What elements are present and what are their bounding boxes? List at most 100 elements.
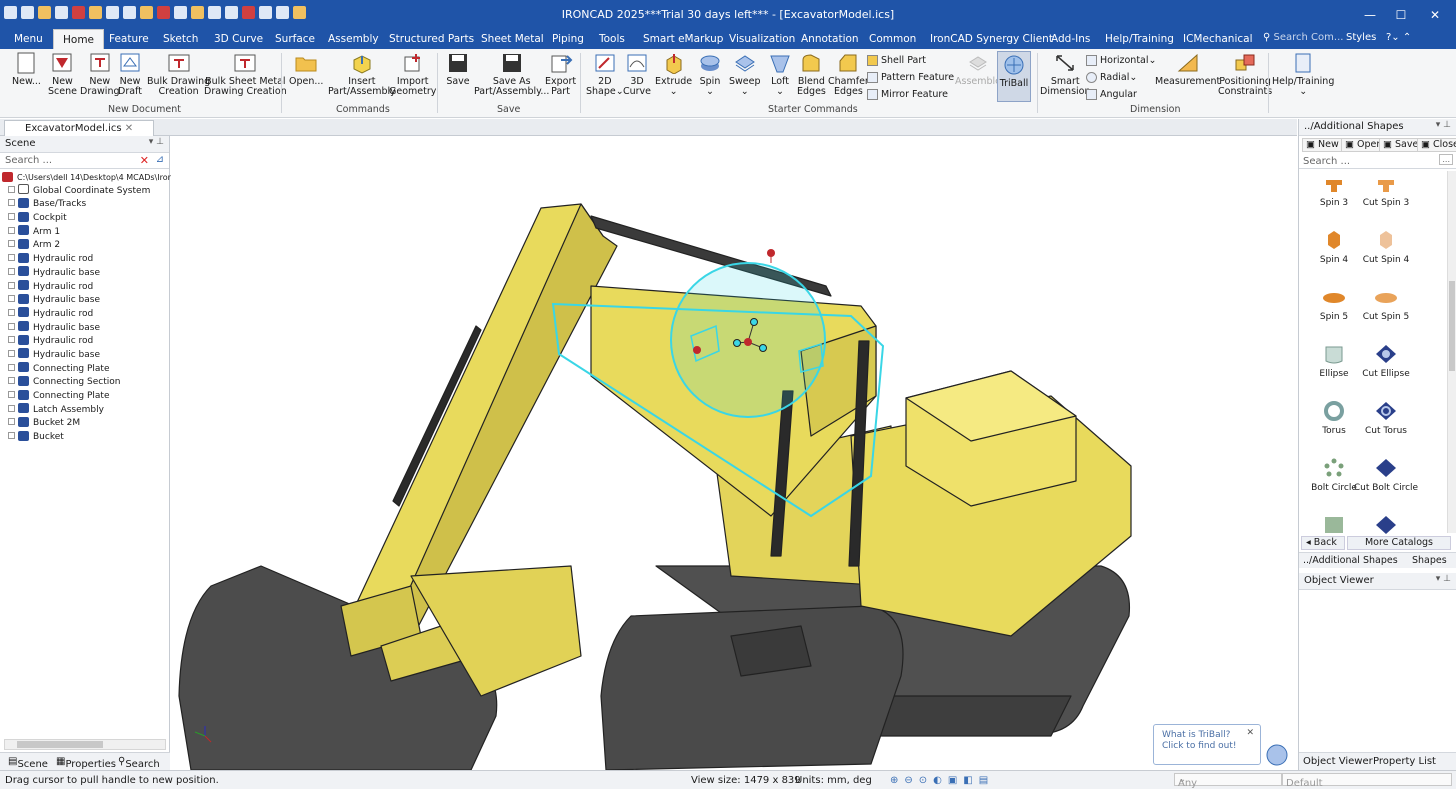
positioning-constraints-button[interactable]: Positioning Constraints: [1218, 52, 1272, 97]
catalog-scrollbar[interactable]: [1447, 171, 1456, 533]
new-drawing-button[interactable]: New Drawing: [80, 52, 120, 97]
triball-button[interactable]: TriBall: [997, 51, 1031, 102]
open-button[interactable]: Open...: [289, 52, 323, 87]
tab-help-training[interactable]: Help/Training: [1105, 29, 1174, 49]
help-icon[interactable]: ?⌄ ⌃: [1386, 32, 1411, 43]
import-geometry-button[interactable]: Import Geometry: [389, 52, 436, 97]
style-select[interactable]: Default: [1282, 773, 1452, 789]
tab-sketch[interactable]: Sketch: [163, 29, 198, 49]
tab-icmechanical[interactable]: ICMechanical: [1183, 29, 1253, 49]
expand-icon[interactable]: [8, 199, 15, 207]
insert-part-button[interactable]: Insert Part/Assembly: [328, 52, 396, 97]
tab-scene[interactable]: ▤ Scene: [8, 756, 48, 770]
expand-icon[interactable]: [8, 213, 15, 221]
save-as-button[interactable]: Save As Part/Assembly...: [474, 52, 549, 97]
tab-3d-curve[interactable]: 3D Curve: [214, 29, 263, 49]
3d-viewport[interactable]: [171, 136, 1297, 770]
tree-item[interactable]: Latch Assembly: [0, 403, 169, 418]
new-button[interactable]: New...: [12, 52, 41, 87]
bulk-drawing-button[interactable]: Bulk Drawing Creation: [147, 52, 210, 97]
expand-icon[interactable]: [8, 336, 15, 344]
tab-object-viewer[interactable]: Object Viewer: [1303, 756, 1373, 767]
tree-item[interactable]: Hydraulic base: [0, 293, 169, 308]
tree-item[interactable]: Hydraulic rod: [0, 252, 169, 267]
triball-axis-handle[interactable]: [750, 318, 758, 326]
measurement-button[interactable]: Measurement: [1155, 52, 1220, 87]
new-scene-button[interactable]: New Scene: [48, 52, 77, 97]
tree-item[interactable]: Arm 2: [0, 238, 169, 253]
assemble-button[interactable]: Assemble: [955, 52, 1001, 87]
blend-edges-button[interactable]: Blend Edges: [797, 52, 826, 97]
tree-item[interactable]: Global Coordinate System: [0, 184, 169, 199]
tab-piping[interactable]: Piping: [552, 29, 584, 49]
tab-tools[interactable]: Tools: [599, 29, 625, 49]
expand-icon[interactable]: [8, 363, 15, 371]
expand-icon[interactable]: [8, 281, 15, 289]
front-track[interactable]: [600, 605, 904, 770]
triball-help-icon[interactable]: [1266, 744, 1288, 766]
catalog-item-cut-spin-5[interactable]: Cut Spin 5: [1351, 286, 1421, 322]
expand-icon[interactable]: [8, 308, 15, 316]
tooltip-close-icon[interactable]: ✕: [1246, 728, 1254, 739]
tree-item[interactable]: Hydraulic rod: [0, 307, 169, 322]
3d-curve-button[interactable]: 3D Curve: [623, 52, 651, 97]
scene-root[interactable]: C:\Users\dell 14\Desktop\4 MCADs\IronC: [0, 171, 178, 185]
tab-smart-emarkup[interactable]: Smart eMarkup: [643, 29, 723, 49]
close-button[interactable]: ✕: [1418, 0, 1452, 29]
expand-icon[interactable]: [8, 418, 15, 426]
catalog-close-button[interactable]: ▣ Close: [1417, 138, 1456, 152]
shell-part-button[interactable]: Shell Part: [867, 55, 926, 66]
tree-item[interactable]: Hydraulic rod: [0, 280, 169, 295]
mirror-feature-button[interactable]: Mirror Feature: [867, 89, 948, 100]
triball-axis-handle[interactable]: [733, 339, 741, 347]
tree-item[interactable]: Hydraulic base: [0, 266, 169, 281]
tree-item[interactable]: Hydraulic rod: [0, 334, 169, 349]
more-catalogs-button[interactable]: More Catalogs: [1347, 536, 1451, 550]
triball-axis-handle[interactable]: [759, 344, 767, 352]
tree-item[interactable]: Arm 1: [0, 225, 169, 240]
tab-properties[interactable]: ▦ Properties: [56, 756, 116, 770]
clear-search-icon[interactable]: ✕: [140, 154, 149, 167]
expand-icon[interactable]: [8, 295, 15, 303]
tree-item[interactable]: Bucket: [0, 430, 169, 445]
angular-dimension-button[interactable]: Angular: [1086, 89, 1137, 100]
expand-icon[interactable]: [8, 391, 15, 398]
triball-handle-red[interactable]: [693, 346, 701, 354]
tab-menu[interactable]: Menu: [14, 29, 43, 49]
catalog-item-cut-bolt-circle[interactable]: Cut Bolt Circle: [1351, 457, 1421, 493]
new-draft-button[interactable]: New Draft: [118, 52, 142, 97]
tree-item[interactable]: Hydraulic base: [0, 321, 169, 336]
search-options-icon[interactable]: ⊿: [156, 154, 164, 165]
tree-item[interactable]: Connecting Section: [0, 375, 169, 390]
tab-property-list[interactable]: Property List: [1373, 756, 1436, 767]
expand-icon[interactable]: [8, 322, 15, 330]
expand-icon[interactable]: [8, 240, 15, 248]
maximize-button[interactable]: ☐: [1384, 0, 1418, 29]
selection-filter-select[interactable]: Any ⌄: [1174, 773, 1282, 789]
tab-synergy[interactable]: IronCAD Synergy Client: [930, 29, 1053, 49]
tree-item[interactable]: Bucket 2M: [0, 416, 169, 431]
pattern-feature-button[interactable]: Pattern Feature: [867, 72, 954, 83]
loft-button[interactable]: Loft ⌄: [768, 52, 792, 97]
close-tab-icon[interactable]: ✕: [125, 123, 133, 134]
catalog-save-button[interactable]: ▣ Save: [1379, 138, 1423, 152]
pin-icon[interactable]: ▾ ⊥: [1436, 120, 1451, 130]
tree-horizontal-scrollbar[interactable]: [4, 739, 166, 750]
catalog-search-input[interactable]: Search ......: [1299, 154, 1456, 169]
smart-dimension-button[interactable]: Smart Dimension: [1040, 52, 1091, 97]
tab-common[interactable]: Common: [869, 29, 916, 49]
tab-add-ins[interactable]: Add-Ins: [1051, 29, 1090, 49]
sweep-button[interactable]: Sweep ⌄: [729, 52, 761, 97]
help-training-button[interactable]: Help/Training ⌄: [1272, 52, 1334, 97]
expand-icon[interactable]: [8, 226, 15, 234]
radial-dimension-button[interactable]: Radial⌄: [1086, 72, 1137, 83]
tab-feature[interactable]: Feature: [109, 29, 149, 49]
tree-item[interactable]: Cockpit: [0, 211, 169, 226]
catalog-back-button[interactable]: ◂ Back: [1301, 536, 1345, 550]
expand-icon[interactable]: [8, 349, 15, 357]
catalog-search-options[interactable]: ...: [1439, 154, 1453, 165]
catalog-item-cut-ellipse[interactable]: Cut Ellipse: [1351, 343, 1421, 379]
catalog-item-cut-spin-4[interactable]: Cut Spin 4: [1351, 229, 1421, 265]
expand-icon[interactable]: [8, 185, 15, 193]
minimize-button[interactable]: —: [1353, 0, 1387, 29]
